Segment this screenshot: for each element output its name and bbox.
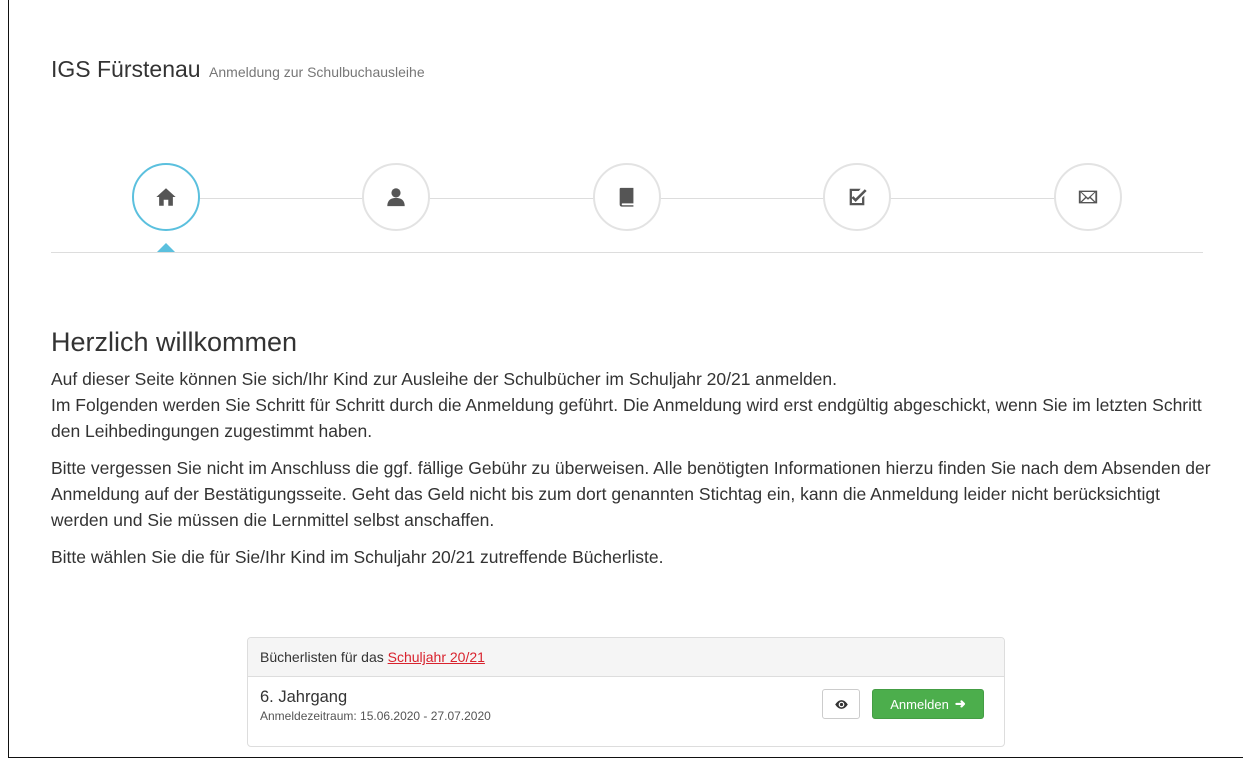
welcome-heading: Herzlich willkommen <box>51 327 298 357</box>
page-subtitle: Anmeldung zur Schulbuchausleihe <box>209 64 425 80</box>
school-name: IGS Fürstenau <box>51 56 201 82</box>
intro-line-2: Im Folgenden werden Sie Schritt für Schr… <box>51 395 1202 441</box>
booklist-panel: Bücherlisten für das Schuljahr 20/21 6. … <box>247 637 1005 747</box>
user-icon <box>387 188 405 207</box>
payment-paragraph: Bitte vergessen Sie nicht im Anschluss d… <box>51 458 1211 530</box>
wizard-step-books[interactable] <box>593 163 661 231</box>
welcome-section: Herzlich willkommen Auf dieser Seite kön… <box>51 326 1211 581</box>
booklist-item: 6. Jahrgang Anmeldezeitraum: 15.06.2020 … <box>248 677 1004 733</box>
page-header: IGS Fürstenau Anmeldung zur Schulbuchaus… <box>51 56 425 83</box>
booklist-panel-heading: Bücherlisten für das Schuljahr 20/21 <box>248 638 1004 677</box>
check-square-icon <box>849 188 867 206</box>
select-list-paragraph: Bitte wählen Sie die für Sie/Ihr Kind im… <box>51 547 664 567</box>
eye-icon <box>834 699 848 709</box>
arrow-right-icon: ➜ <box>954 696 966 711</box>
register-button-label: Anmelden <box>890 696 949 712</box>
wizard-steps <box>51 163 1203 255</box>
home-icon <box>156 188 176 206</box>
book-icon <box>619 187 634 207</box>
wizard-step-send[interactable] <box>1054 163 1122 231</box>
register-button[interactable]: Anmelden ➜ <box>872 689 984 719</box>
booklist-heading-text: Bücherlisten für das <box>260 649 384 665</box>
view-booklist-button[interactable] <box>822 689 860 719</box>
school-year-link[interactable]: Schuljahr 20/21 <box>388 649 485 665</box>
wizard-step-person[interactable] <box>362 163 430 231</box>
wizard-divider <box>51 252 1203 253</box>
active-step-indicator <box>157 243 175 252</box>
wizard-step-confirm[interactable] <box>823 163 891 231</box>
wizard-step-home[interactable] <box>132 163 200 231</box>
intro-line-1: Auf dieser Seite können Sie sich/Ihr Kin… <box>51 369 838 389</box>
envelope-icon <box>1078 190 1098 204</box>
intro-paragraph: Auf dieser Seite können Sie sich/Ihr Kin… <box>51 366 1211 444</box>
